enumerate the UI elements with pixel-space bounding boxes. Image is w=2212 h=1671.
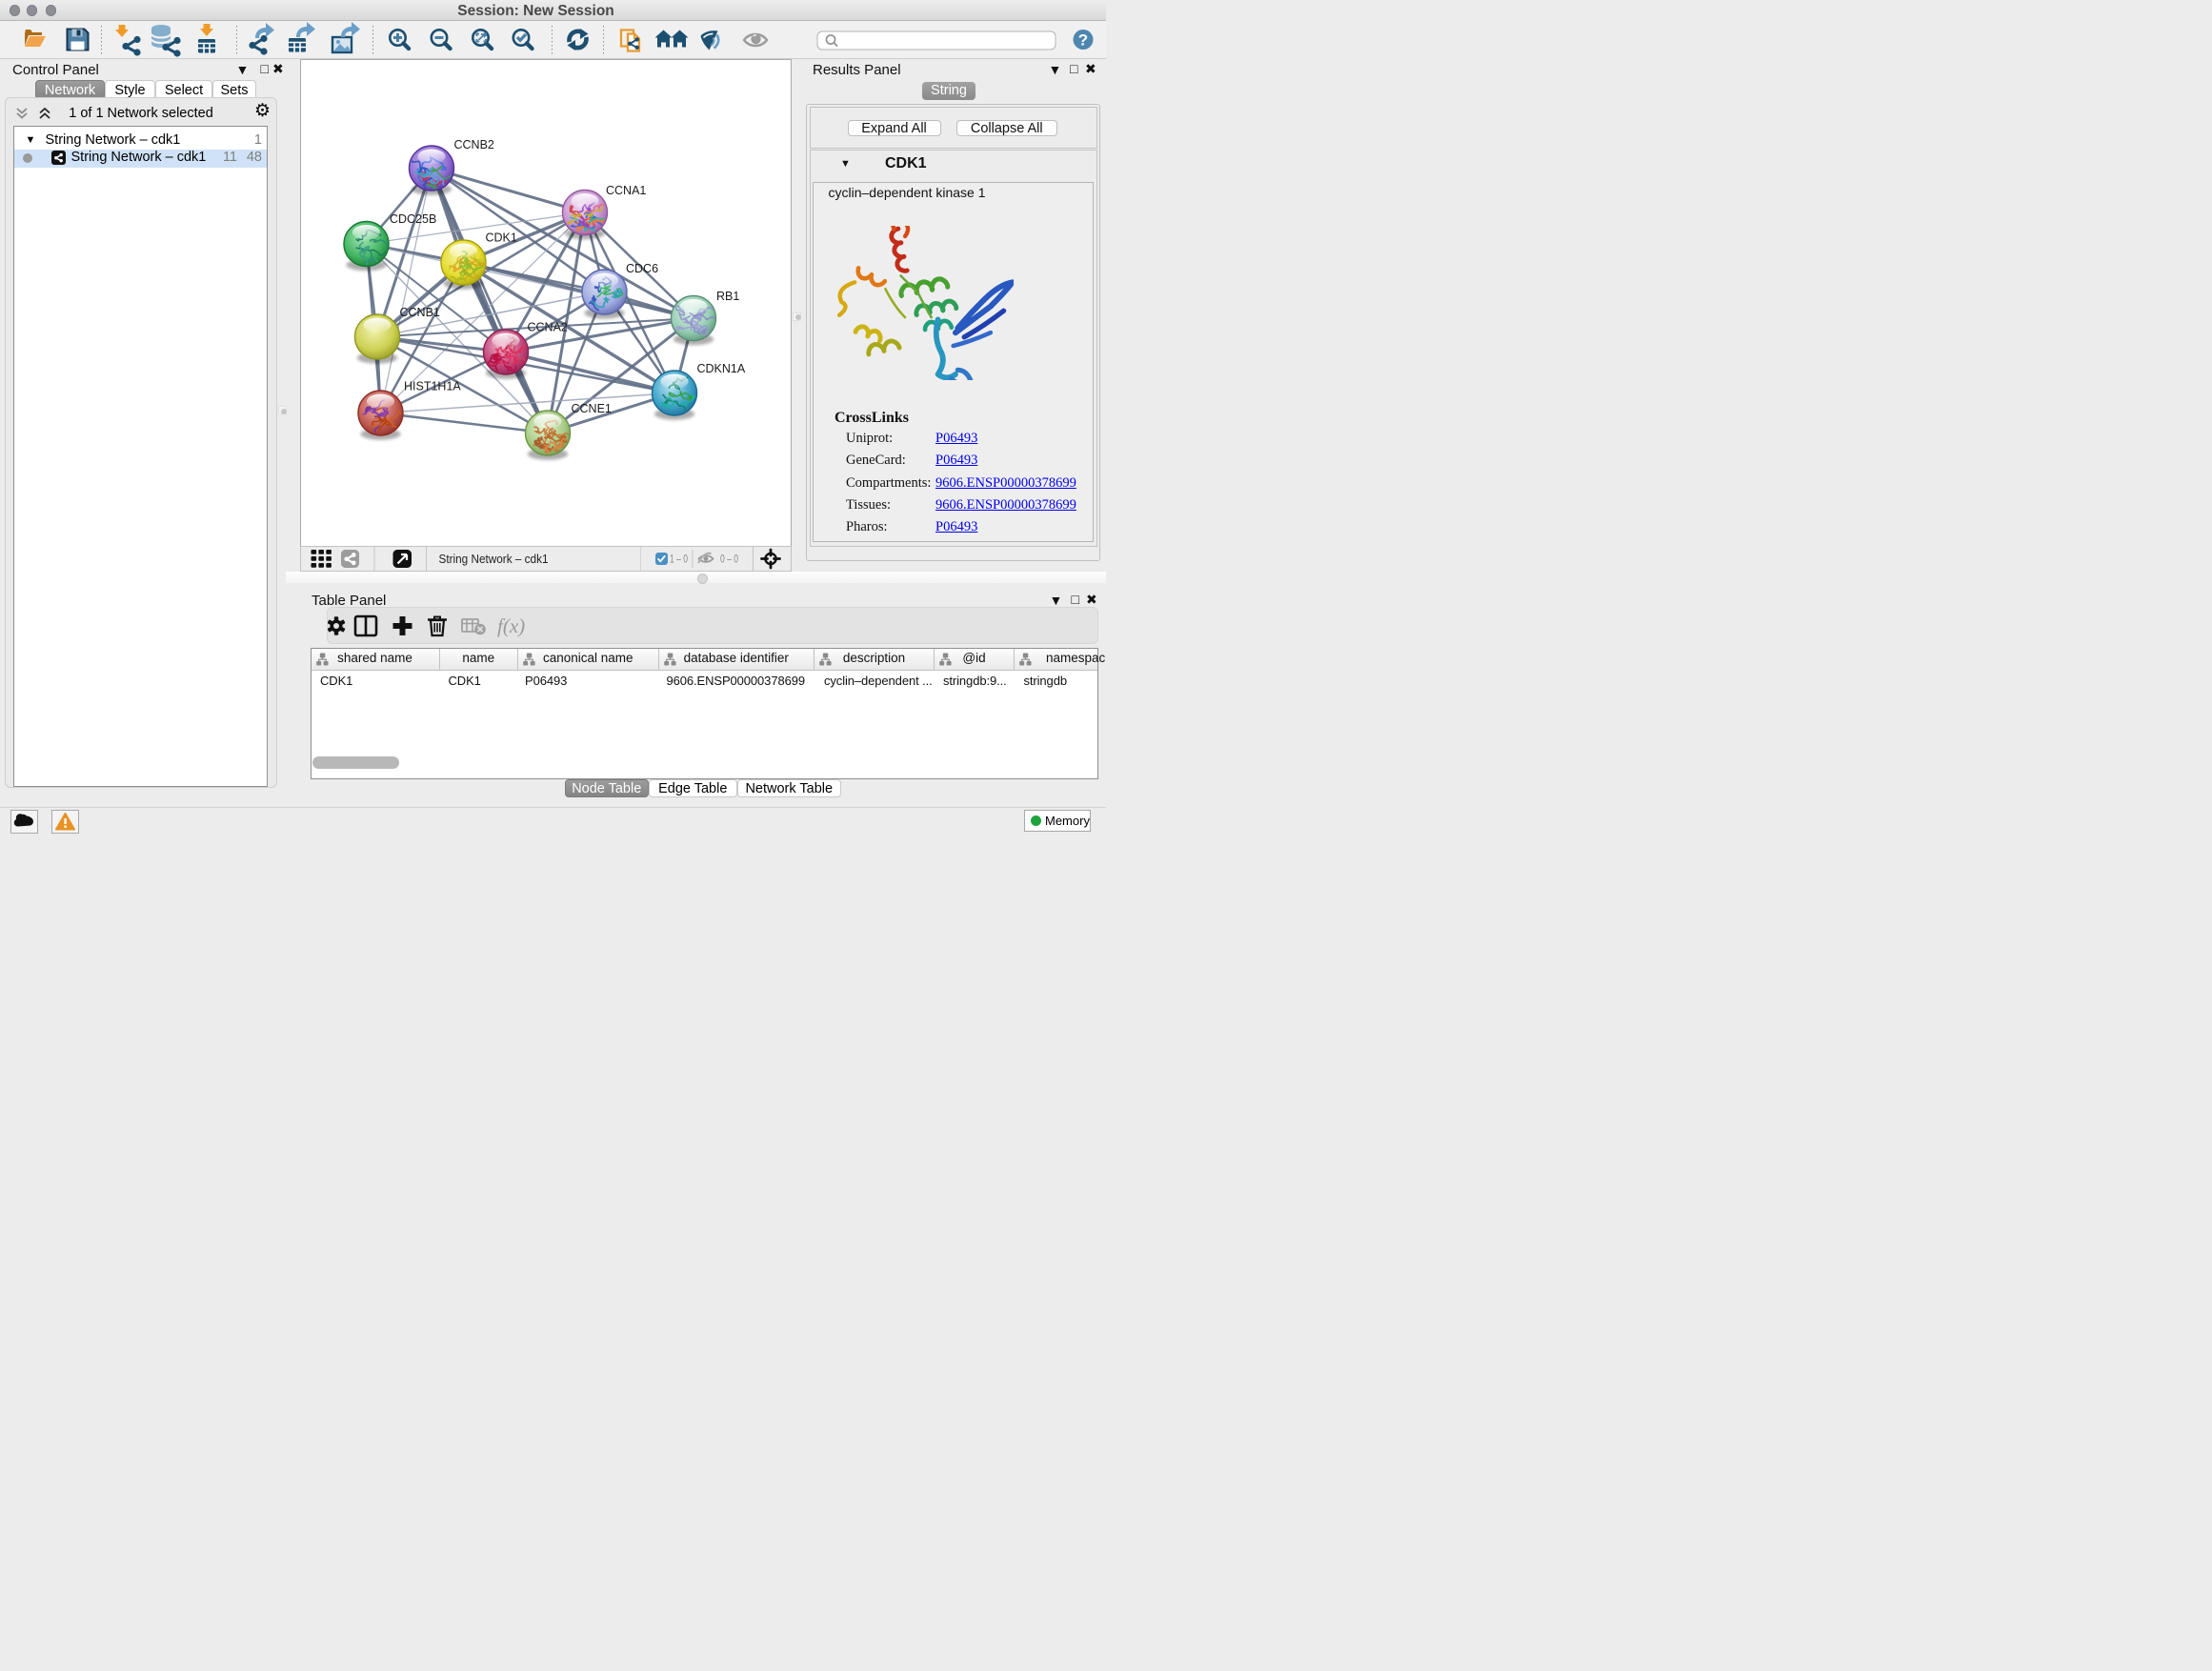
svg-text:?: ? bbox=[1078, 31, 1088, 50]
svg-text:f(x): f(x) bbox=[497, 614, 525, 637]
svg-text:HIST1H1A: HIST1H1A bbox=[404, 380, 461, 393]
svg-text:1 – 0: 1 – 0 bbox=[670, 554, 688, 566]
svg-text:String Network – cdk1: String Network – cdk1 bbox=[439, 552, 549, 566]
svg-text:CCNA2: CCNA2 bbox=[528, 321, 568, 334]
svg-text:CCNA1: CCNA1 bbox=[606, 184, 646, 197]
svg-text:CDKN1A: CDKN1A bbox=[697, 362, 746, 375]
svg-text:CCNB2: CCNB2 bbox=[454, 138, 494, 151]
svg-text:CCNB1: CCNB1 bbox=[400, 306, 440, 319]
svg-text:CDK1: CDK1 bbox=[486, 232, 517, 245]
svg-text:0 – 0: 0 – 0 bbox=[720, 554, 738, 566]
svg-text:CDC6: CDC6 bbox=[626, 262, 658, 275]
svg-text:RB1: RB1 bbox=[716, 290, 739, 303]
svg-text:CCNE1: CCNE1 bbox=[572, 402, 612, 415]
svg-text:CDC25B: CDC25B bbox=[390, 212, 436, 226]
